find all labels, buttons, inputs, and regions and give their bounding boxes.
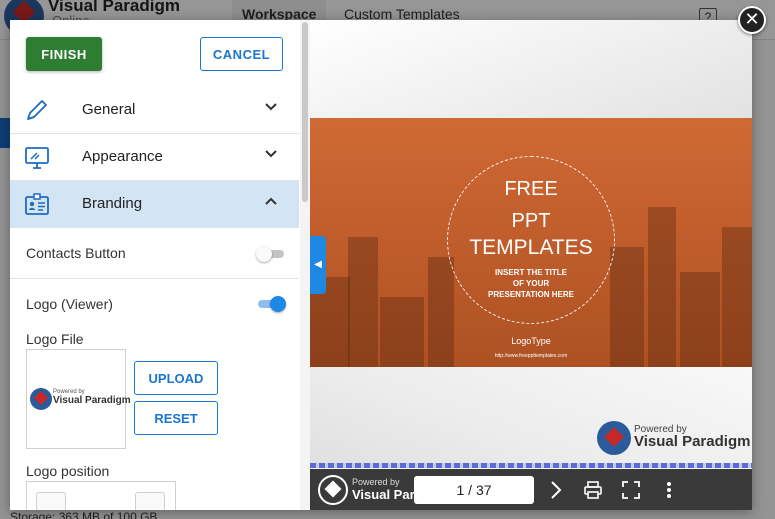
slide-top-band (310, 20, 752, 118)
slide-logotype: LogoType (511, 336, 551, 346)
more-options-icon[interactable] (659, 480, 679, 500)
contacts-button-label: Contacts Button (26, 245, 126, 261)
slide-cover-image: FREE PPT TEMPLATES INSERT THE TITLE OF Y… (310, 118, 752, 367)
logo-position-grid (26, 481, 176, 510)
slide-url: http://www.freeppttemplates.com (494, 353, 568, 359)
slide-subtitle-line2: OF YOUR (512, 279, 550, 288)
logo-brand: Visual Paradigm (53, 395, 131, 406)
slide-bottom-band (310, 367, 752, 465)
slide-title-line2: PPT (511, 210, 551, 232)
slide-title-line3: TEMPLATES (469, 236, 593, 259)
slide-subtitle-line1: INSERT THE TITLE (495, 268, 567, 277)
visual-paradigm-logo-icon (597, 421, 631, 455)
skyline-shape (348, 237, 378, 367)
print-icon[interactable] (583, 480, 603, 500)
next-page-icon[interactable] (546, 480, 566, 500)
slide-title-line1: FREE (504, 178, 558, 200)
skyline-shape (722, 227, 752, 367)
customize-dialog: FINISH CANCEL General Appearance Brandin… (10, 20, 752, 510)
slide-subtitle-line3: PRESENTATION HERE (488, 290, 574, 299)
visual-paradigm-logo-icon (30, 388, 52, 410)
toolbar-powered-by: Powered by (352, 477, 400, 487)
slide-preview: FREE PPT TEMPLATES INSERT THE TITLE OF Y… (310, 20, 752, 510)
accordion-appearance[interactable]: Appearance (10, 134, 299, 181)
close-icon: ✕ (744, 9, 760, 29)
reset-button[interactable]: RESET (134, 401, 218, 435)
logo-position-label: Logo position (26, 463, 110, 479)
settings-panel: FINISH CANCEL General Appearance Brandin… (10, 20, 310, 510)
close-dialog-button[interactable]: ✕ (738, 6, 766, 34)
page-indicator[interactable]: 1 / 37 (414, 476, 534, 504)
logo-viewer-toggle[interactable] (256, 294, 286, 314)
upload-button[interactable]: UPLOAD (134, 361, 218, 395)
logo-file-preview: Powered by Visual Paradigm (26, 349, 131, 449)
id-card-icon (25, 193, 49, 215)
accordion-branding-label: Branding (82, 195, 143, 212)
accordion-appearance-label: Appearance (82, 148, 163, 165)
chevron-left-icon: ◀ (314, 259, 322, 270)
skyline-shape (428, 257, 454, 367)
logo-position-option[interactable] (36, 492, 66, 510)
viewer-toolbar: Powered by Visual Paradigm 1 / 37 (310, 469, 752, 510)
skyline-shape (610, 247, 644, 367)
logo-viewer-label: Logo (Viewer) (26, 296, 113, 312)
chevron-up-icon (265, 197, 277, 205)
collapse-panel-button[interactable]: ◀ (310, 236, 326, 294)
chevron-down-icon (265, 103, 277, 111)
skyline-shape (680, 272, 720, 367)
panel-scrollbar[interactable] (300, 20, 310, 510)
skyline-shape (380, 297, 424, 367)
scrollbar-thumb[interactable] (302, 22, 308, 202)
monitor-icon (25, 147, 49, 169)
skyline-shape (648, 207, 676, 367)
slide-brand: Visual Paradigm (634, 433, 751, 450)
pencil-icon (27, 100, 47, 120)
accordion-branding[interactable]: Branding (10, 181, 299, 228)
accordion-general-label: General (82, 101, 136, 118)
contacts-button-toggle[interactable] (256, 244, 286, 264)
visual-paradigm-logo-icon (318, 475, 348, 505)
chevron-down-icon (265, 150, 277, 158)
finish-button[interactable]: FINISH (26, 37, 102, 71)
fullscreen-icon[interactable] (621, 480, 641, 500)
page-progress-strip[interactable] (310, 463, 752, 468)
logo-position-option[interactable] (135, 492, 165, 510)
divider (10, 278, 299, 279)
cancel-button[interactable]: CANCEL (200, 37, 283, 71)
logo-file-label: Logo File (26, 331, 84, 347)
accordion-general[interactable]: General (10, 87, 299, 134)
